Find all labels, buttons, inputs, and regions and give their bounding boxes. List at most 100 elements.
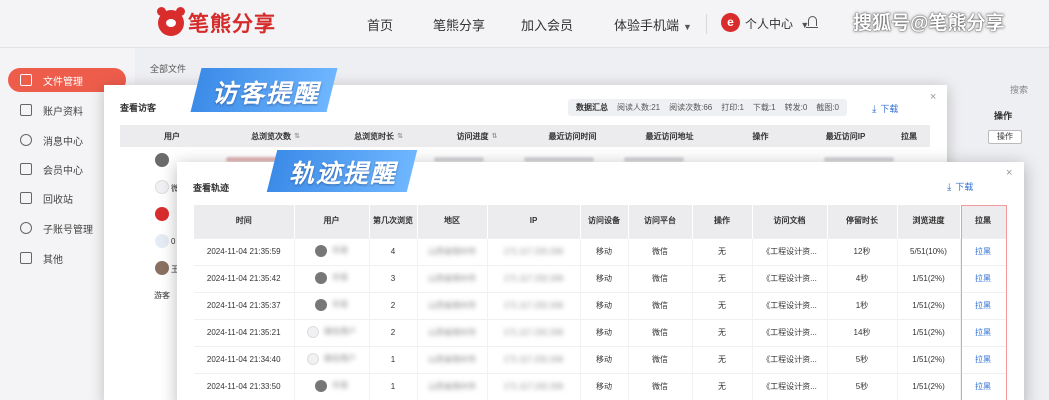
cell-progress: 1/51(2%) [897, 318, 961, 346]
cell-region: 山西省朔州市 [417, 345, 488, 373]
sort-icon: ⇅ [491, 133, 498, 140]
cell-progress: 5/51(10%) [897, 237, 961, 265]
id-card-icon [20, 104, 32, 116]
stats-summary: 数据汇总 阅读人数:21 阅读次数:66 打印:1 下载:1 转发:0 截图:0 [568, 99, 847, 116]
cell-document: 《工程设计资... [752, 291, 828, 319]
col-progress[interactable]: 访问进度 ⇅ [430, 125, 524, 147]
sidebar-item-label: 会员中心 [43, 165, 83, 177]
download-icon: ⤓ [947, 182, 952, 193]
cell-user: 华哥 [294, 237, 370, 265]
visitor-row[interactable]: 微 [120, 174, 180, 200]
nav-mobile-experience[interactable]: 体验手机端 ▼ [614, 15, 692, 34]
table-row: 2024-11-04 21:35:59 华哥 4 山西省朔州市 171.117.… [194, 237, 1007, 265]
stat-downloads: 下载:1 [752, 103, 776, 112]
sidebar-item-label: 其他 [43, 254, 63, 266]
track-banner-text: 轨迹提醒 [289, 160, 398, 188]
avatar [155, 234, 169, 248]
user-center-label: 个人中心 [745, 17, 794, 31]
grid-icon [20, 252, 32, 264]
cell-progress: 1/51(2%) [897, 264, 961, 292]
cell-time: 2024-11-04 21:35:59 [194, 237, 295, 265]
col-stay-duration: 停留时长 [827, 205, 898, 238]
cell-ip: 171.117.232.206 [487, 237, 581, 265]
nav-join-member[interactable]: 加入会员 [521, 15, 573, 34]
table-row: 2024-11-04 21:33:50 华哥 1 山西省朔州市 171.117.… [194, 372, 1007, 400]
col-device: 访问设备 [580, 205, 629, 238]
cell-visit-number: 1 [369, 372, 418, 400]
cell-region: 山西省朔州市 [417, 264, 488, 292]
sidebar-item-label: 消息中心 [43, 136, 83, 148]
stats-label: 数据汇总 [576, 103, 608, 112]
close-icon[interactable]: × [1006, 167, 1012, 179]
sidebar-item-label: 回收站 [43, 194, 73, 206]
cell-visit-number: 4 [369, 237, 418, 265]
visitor-row[interactable] [120, 147, 180, 173]
cell-operation: 无 [692, 372, 753, 400]
search-button[interactable]: 搜索 [1010, 83, 1028, 96]
cell-user: 微信用户 [294, 345, 370, 373]
table-row: 2024-11-04 21:35:42 华哥 3 山西省朔州市 171.117.… [194, 264, 1007, 292]
logo[interactable]: 笔熊分享 [157, 7, 276, 38]
bear-logo-icon [157, 7, 185, 36]
col-total-views-label: 总浏览次数 [251, 131, 292, 141]
cell-visit-number: 2 [369, 318, 418, 346]
cell-time: 2024-11-04 21:34:40 [194, 345, 295, 373]
caret-down-icon: ▼ [683, 22, 692, 32]
visitor-download-button[interactable]: ⤓ 下载 [872, 102, 898, 115]
cell-user: 微信用户 [294, 318, 370, 346]
cell-region: 山西省朔州市 [417, 291, 488, 319]
user-name: 华哥 [332, 381, 348, 391]
visitor-modal-title: 查看访客 [120, 103, 157, 113]
col-region: 地区 [417, 205, 488, 238]
cell-visit-number: 3 [369, 264, 418, 292]
cell-ip: 171.117.232.206 [487, 264, 581, 292]
operation-column-header: 操作 [994, 111, 1013, 121]
stat-screenshots: 截图:0 [816, 103, 839, 112]
cell-user: 华哥 [294, 372, 370, 400]
table-row: 2024-11-04 21:35:21 微信用户 2 山西省朔州市 171.11… [194, 318, 1007, 346]
nav-bixiong-share[interactable]: 笔熊分享 [433, 15, 485, 34]
col-total-duration[interactable]: 总浏览时长 ⇅ [327, 125, 430, 147]
col-block: 拉黑 [901, 131, 917, 141]
cell-platform: 微信 [628, 318, 693, 346]
visitor-row[interactable] [120, 201, 180, 227]
sidebar-item-label: 子账号管理 [43, 224, 93, 236]
track-modal-title: 查看轨迹 [193, 183, 230, 193]
close-icon[interactable]: × [930, 91, 936, 103]
table-row: 2024-11-04 21:35:37 华哥 2 山西省朔州市 171.117.… [194, 291, 1007, 319]
cell-stay-duration: 5秒 [827, 345, 898, 373]
track-table: 时间 用户 第几次浏览 地区 IP 访问设备 访问平台 操作 访问文档 停留时长… [194, 205, 1007, 400]
header-divider [706, 14, 707, 34]
cell-visit-number: 1 [369, 345, 418, 373]
user-center-menu[interactable]: 个人中心 ▼ [745, 15, 809, 32]
col-last-visit-location: 最近访问地址 [645, 131, 694, 141]
avatar [155, 261, 169, 275]
col-time: 时间 [194, 205, 295, 238]
bell-icon[interactable] [806, 16, 818, 28]
breadcrumb[interactable]: 全部文件 [150, 62, 186, 75]
operation-dropdown-button[interactable]: 操作 [988, 130, 1022, 144]
visitor-row[interactable]: 0 [120, 228, 180, 254]
col-total-views[interactable]: 总浏览次数 ⇅ [224, 125, 327, 147]
track-download-button[interactable]: ⤓ 下载 [947, 180, 973, 193]
cell-region: 山西省朔州市 [417, 318, 488, 346]
nav-mobile-label: 体验手机端 [614, 18, 680, 33]
card-icon [20, 163, 32, 175]
col-user: 用户 [294, 205, 370, 238]
visitor-row[interactable]: 王 [120, 255, 180, 281]
cell-document: 《工程设计资... [752, 372, 828, 400]
cell-region: 山西省朔州市 [417, 372, 488, 400]
user-avatar[interactable]: e [721, 13, 740, 32]
cell-time: 2024-11-04 21:35:21 [194, 318, 295, 346]
cell-ip: 171.117.232.206 [487, 318, 581, 346]
nav-home[interactable]: 首页 [367, 15, 393, 34]
cell-stay-duration: 1秒 [827, 291, 898, 319]
table-row: 2024-11-04 21:34:40 微信用户 1 山西省朔州市 171.11… [194, 345, 1007, 373]
col-last-ip: 最近访问IP [825, 131, 866, 141]
cell-document: 《工程设计资... [752, 237, 828, 265]
cell-operation: 无 [692, 264, 753, 292]
chat-icon [20, 134, 32, 146]
user-name: 微信用户 [324, 327, 356, 336]
col-ip: IP [487, 205, 581, 238]
col-total-duration-label: 总浏览时长 [354, 131, 395, 141]
